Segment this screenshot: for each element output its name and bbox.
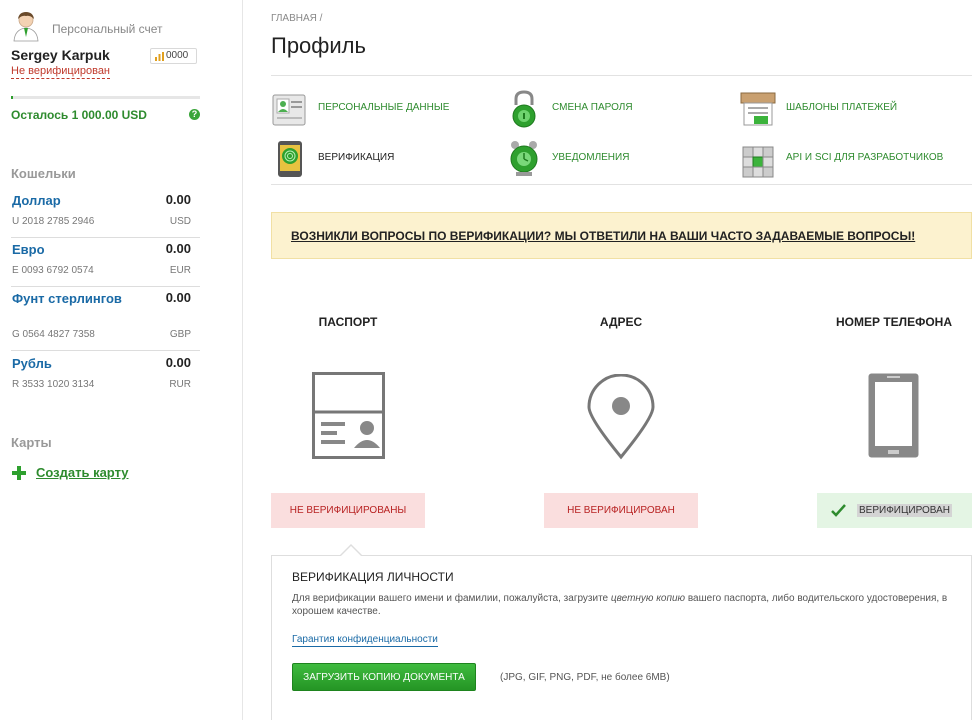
help-icon[interactable]: ? [189, 109, 200, 120]
menu-label: СМЕНА ПАРОЛЯ [552, 102, 633, 113]
alarm-clock-icon [510, 141, 538, 176]
main-content: ГЛАВНАЯ / Профиль ПЕРСОНАЛЬНЫЕ ДАННЫЕ СМ… [271, 0, 972, 720]
page-title: Профиль [271, 33, 366, 58]
passport-title: ПАСПОРТ [318, 315, 378, 329]
api-cubes-icon [742, 146, 774, 178]
verification-status-link[interactable]: Не верифицирован [11, 65, 111, 79]
user-name[interactable]: Sergey Karpuk [11, 47, 110, 63]
wallet-amount: 0.00 [165, 192, 191, 207]
privacy-guarantee-link[interactable]: Гарантия конфиденциальности [292, 634, 438, 647]
wallet-currency: RUR [169, 379, 191, 390]
panel-text-emphasis: цветную копию [610, 593, 686, 604]
panel-description: Для верификации вашего имени и фамилии, … [292, 592, 952, 618]
menu-label: ПЕРСОНАЛЬНЫЕ ДАННЫЕ [318, 102, 450, 113]
checkmark-icon [831, 504, 846, 517]
panel-title: ВЕРИФИКАЦИЯ ЛИЧНОСТИ [292, 570, 454, 584]
panel-text-start: Для верификации вашего имени и фамилии, … [292, 593, 611, 604]
wallet-number: R 3533 1020 3134 [12, 379, 95, 390]
wallet-name[interactable]: Фунт стерлингов [12, 291, 122, 307]
phone-title: НОМЕР ТЕЛЕФОНА [835, 315, 952, 329]
menu-verification[interactable]: ВЕРИФИКАЦИЯ [271, 139, 491, 179]
limit-progress-fill [11, 96, 13, 99]
breadcrumb[interactable]: ГЛАВНАЯ / [271, 13, 322, 24]
wallet-currency: GBP [169, 329, 191, 340]
menu-label: API И SCI ДЛЯ РАЗРАБОТЧИКОВ [786, 152, 944, 163]
remaining-limit: Осталось 1 000.00 USD [11, 108, 147, 122]
menu-notifications[interactable]: УВЕДОМЛЕНИЯ [505, 139, 725, 179]
menu-api-sci[interactable]: API И SCI ДЛЯ РАЗРАБОТЧИКОВ [739, 139, 972, 179]
allowed-formats: (JPG, GIF, PNG, PDF, не более 6MB) [500, 672, 670, 683]
account-title: Персональный счет [52, 22, 163, 36]
divider [271, 75, 972, 76]
wallets-title: Кошельки [11, 166, 76, 181]
create-card-link[interactable]: Создать карту [11, 465, 129, 481]
verify-passport-title: ПАСПОРТ [318, 315, 378, 329]
passport-document-icon [312, 372, 385, 459]
limit-progress-bar [11, 96, 200, 99]
wallet-row[interactable]: Фунт стерлингов G 0564 4827 7358 0.00 GB… [11, 287, 200, 351]
fingerprint-phone-icon [278, 141, 302, 177]
wallet-name[interactable]: Евро [12, 242, 122, 258]
wallet-amount: 0.00 [165, 355, 191, 370]
user-avatar-icon[interactable] [11, 10, 41, 42]
wallet-row[interactable]: Евро E 0093 6792 0574 0.00 EUR [11, 238, 200, 287]
verify-address-title: АДРЕС [585, 315, 657, 329]
wallet-number: G 0564 4827 7358 [12, 329, 95, 340]
wallet-name[interactable]: Рубль [12, 356, 122, 372]
rating-bars-icon [155, 52, 164, 61]
padlock-icon [512, 90, 536, 128]
plus-icon [11, 465, 27, 481]
payment-templates-icon [740, 92, 776, 126]
address-title: АДРЕС [599, 315, 643, 329]
menu-change-password[interactable]: СМЕНА ПАРОЛЯ [505, 89, 725, 129]
wallet-currency: USD [169, 216, 191, 227]
sidebar: Персональный счет Sergey Karpuk 0000 Не … [0, 0, 243, 720]
menu-label: ВЕРИФИКАЦИЯ [318, 152, 395, 163]
address-status: НЕ ВЕРИФИЦИРОВАН [544, 493, 698, 528]
passport-status: НЕ ВЕРИФИЦИРОВАНЫ [271, 493, 425, 528]
wallet-name[interactable]: Доллар [12, 193, 122, 209]
wallet-row[interactable]: Рубль R 3533 1020 3134 0.00 RUR [11, 352, 200, 401]
menu-label: УВЕДОМЛЕНИЯ [552, 152, 630, 163]
menu-personal-data[interactable]: ПЕРСОНАЛЬНЫЕ ДАННЫЕ [271, 89, 491, 129]
create-card-label: Создать карту [36, 465, 129, 480]
wallet-number: E 0093 6792 0574 [12, 265, 94, 276]
wallet-currency: EUR [169, 265, 191, 276]
divider [271, 184, 972, 185]
cards-title: Карты [11, 435, 52, 450]
faq-notice: ВОЗНИКЛИ ВОПРОСЫ ПО ВЕРИФИКАЦИИ? МЫ ОТВЕ… [271, 212, 972, 259]
phone-status-text: ВЕРИФИЦИРОВАН [857, 504, 953, 517]
wallet-row[interactable]: Доллар U 2018 2785 2946 0.00 USD [11, 189, 200, 238]
wallet-number: U 2018 2785 2946 [12, 216, 95, 227]
faq-link[interactable]: ВОЗНИКЛИ ВОПРОСЫ ПО ВЕРИФИКАЦИИ? МЫ ОТВЕ… [291, 229, 915, 243]
smartphone-icon [868, 373, 919, 458]
wallet-amount: 0.00 [165, 290, 191, 305]
id-card-icon [272, 94, 306, 126]
menu-payment-templates[interactable]: ШАБЛОНЫ ПЛАТЕЖЕЙ [739, 89, 959, 129]
rating-value: 0000 [166, 50, 189, 61]
map-pin-icon [587, 374, 655, 460]
menu-label: ШАБЛОНЫ ПЛАТЕЖЕЙ [786, 102, 898, 113]
wallet-amount: 0.00 [165, 241, 191, 256]
rating-badge[interactable]: 0000 [150, 48, 197, 64]
panel-arrow-inner [340, 546, 362, 557]
upload-document-button[interactable]: ЗАГРУЗИТЬ КОПИЮ ДОКУМЕНТА [292, 663, 476, 691]
app-window: Персональный счет Sergey Karpuk 0000 Не … [0, 0, 972, 720]
phone-status: ВЕРИФИЦИРОВАН [817, 493, 972, 528]
verify-phone-title: НОМЕР ТЕЛЕФОНА [827, 315, 961, 329]
identity-verification-panel: ВЕРИФИКАЦИЯ ЛИЧНОСТИ Для верификации ваш… [271, 544, 972, 720]
